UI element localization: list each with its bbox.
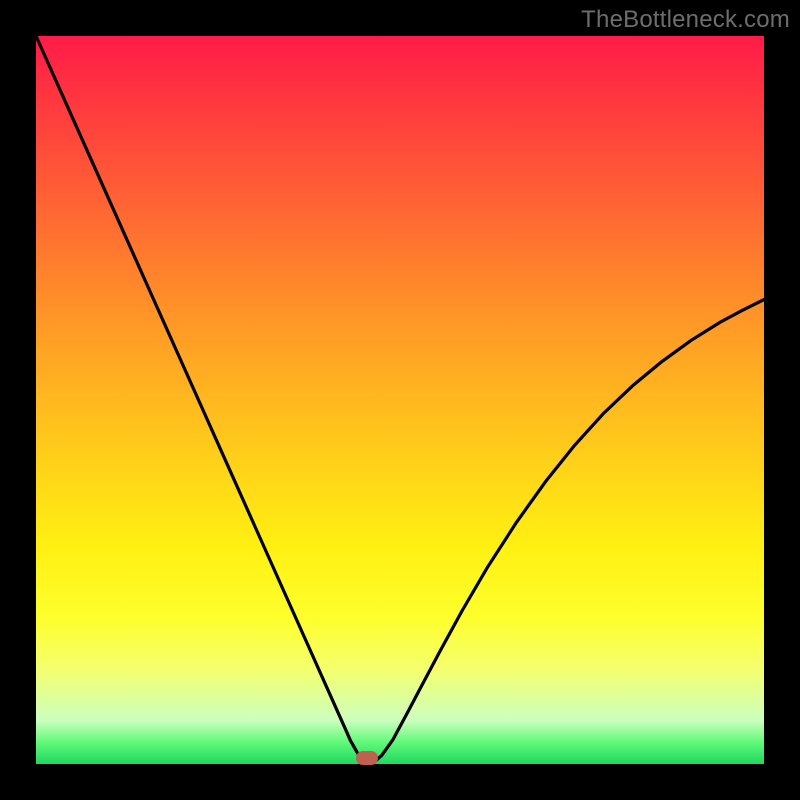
watermark-text: TheBottleneck.com	[581, 6, 790, 34]
bottleneck-curve	[36, 36, 764, 764]
plot-area	[36, 36, 764, 764]
minimum-marker	[356, 751, 378, 765]
chart-frame: TheBottleneck.com	[0, 0, 800, 800]
